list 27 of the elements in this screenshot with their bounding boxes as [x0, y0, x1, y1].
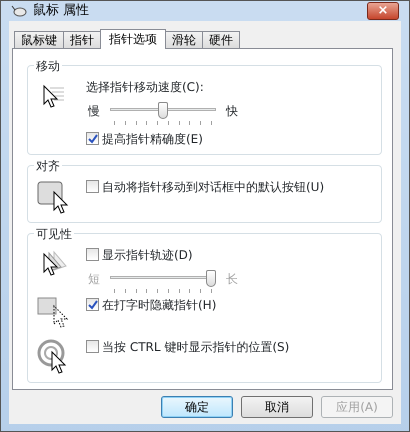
- checkbox[interactable]: [86, 132, 99, 145]
- tab[interactable]: 指针选项: [100, 28, 166, 48]
- checkbox[interactable]: [86, 298, 99, 311]
- tab[interactable]: 硬件: [202, 30, 240, 48]
- tab[interactable]: 指针: [63, 30, 101, 48]
- checkbox-label[interactable]: 提高指针精确度(E): [102, 130, 203, 148]
- speed-label: 选择指针移动速度(C):: [86, 78, 205, 96]
- slider-max-label: 快: [226, 102, 238, 120]
- group-title: 对齐: [34, 156, 62, 174]
- slider-track[interactable]: [110, 102, 216, 124]
- tab[interactable]: 滑轮: [165, 30, 203, 48]
- slider-thumb[interactable]: [158, 102, 168, 118]
- checkbox[interactable]: [86, 340, 99, 353]
- window-title: 鼠标 属性: [33, 2, 90, 20]
- checkbox-label[interactable]: 在打字时隐藏指针(H): [102, 296, 216, 314]
- tab[interactable]: 鼠标键: [14, 30, 64, 48]
- checkbox[interactable]: [86, 180, 99, 193]
- checkbox[interactable]: [86, 248, 99, 261]
- checkbox-label[interactable]: 当按 CTRL 键时显示指针的位置(S): [102, 338, 290, 356]
- slider-min-label: 慢: [88, 102, 100, 120]
- mouse-icon: [11, 5, 27, 18]
- slider-min-label: 短: [88, 270, 100, 288]
- checkbox-label[interactable]: 显示指针轨迹(D): [102, 246, 193, 264]
- slider-max-label: 长: [226, 270, 238, 288]
- checkbox-label[interactable]: 自动将指针移动到对话框中的默认按钮(U): [102, 178, 324, 196]
- dialog-button[interactable]: 取消: [241, 396, 313, 418]
- dialog-button[interactable]: 确定: [161, 396, 233, 418]
